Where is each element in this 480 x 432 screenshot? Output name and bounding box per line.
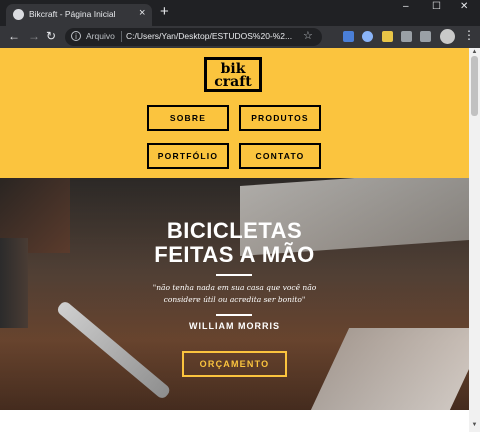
profile-avatar[interactable] — [440, 29, 455, 44]
nav-link-portfolio[interactable]: PORTFÓLIO — [147, 143, 229, 169]
page-viewport: bik craft SOBRE PRODUTOS PORTFÓLIO CONTA… — [0, 48, 469, 432]
back-button[interactable]: ← — [8, 29, 20, 43]
browser-toolbar: ← → ↻ i Arquivo C:/Users/Yan/Desktop/EST… — [0, 26, 480, 48]
hero-divider — [216, 274, 252, 276]
tab-close-icon[interactable]: × — [139, 7, 145, 19]
address-protocol-label: Arquivo — [86, 31, 115, 41]
new-tab-button[interactable]: + — [160, 3, 169, 21]
bikcraft-logo[interactable]: bik craft — [204, 57, 262, 92]
minimize-button[interactable]: – — [403, 1, 409, 12]
nav-link-sobre[interactable]: SOBRE — [147, 105, 229, 131]
logo-line-2: craft — [214, 74, 252, 90]
site-header: bik craft SOBRE PRODUTOS PORTFÓLIO CONTA… — [0, 48, 469, 178]
pen-extension-icon[interactable] — [382, 31, 393, 42]
nav-link-contato[interactable]: CONTATO — [239, 143, 321, 169]
puzzle-extension-icon[interactable] — [401, 31, 412, 42]
scroll-up-arrow-icon[interactable]: ▲ — [471, 49, 478, 55]
orcamento-button[interactable]: ORÇAMENTO — [182, 351, 287, 377]
reload-button[interactable]: ↻ — [46, 29, 56, 43]
react-extension-icon[interactable] — [362, 31, 373, 42]
hero-banner: BICICLETAS FEITAS A MÃO "não tenha nada … — [0, 178, 469, 410]
close-window-button[interactable]: ✕ — [460, 1, 468, 12]
hero-quote: "não tenha nada em sua casa que você não… — [152, 283, 317, 304]
address-divider — [121, 31, 122, 42]
address-bar[interactable]: i Arquivo C:/Users/Yan/Desktop/ESTUDOS%2… — [65, 28, 322, 46]
browser-menu-icon[interactable]: ⋮ — [463, 28, 475, 42]
browser-tab[interactable]: Bikcraft - Página Inicial × — [6, 4, 152, 26]
maximize-button[interactable]: ☐ — [432, 1, 441, 12]
hero-title-line-2: FEITAS A MÃO — [154, 242, 315, 267]
bookmark-star-icon[interactable]: ☆ — [303, 29, 313, 42]
media-control-icon[interactable] — [420, 31, 431, 42]
forward-button[interactable]: → — [28, 29, 40, 43]
hero-title-line-1: BICICLETAS — [166, 218, 303, 243]
tab-title: Bikcraft - Página Inicial — [29, 9, 116, 19]
nav-link-produtos[interactable]: PRODUTOS — [239, 105, 321, 131]
info-icon[interactable]: i — [71, 31, 81, 41]
scroll-down-arrow-icon[interactable]: ▼ — [471, 422, 478, 428]
hero-divider-2 — [216, 314, 252, 316]
translate-extension-icon[interactable] — [343, 31, 354, 42]
page-scrollbar[interactable]: ▲ ▼ — [469, 48, 480, 432]
address-url[interactable]: C:/Users/Yan/Desktop/ESTUDOS%20-%2... — [126, 31, 292, 41]
screwdriver-image — [55, 299, 172, 401]
scrollbar-thumb[interactable] — [471, 56, 478, 116]
metal-ruler-image — [310, 328, 469, 410]
globe-icon — [13, 9, 24, 20]
browser-tab-strip: Bikcraft - Página Inicial × + – ☐ ✕ — [0, 0, 480, 26]
hero-author: WILLIAM MORRIS — [189, 321, 280, 331]
